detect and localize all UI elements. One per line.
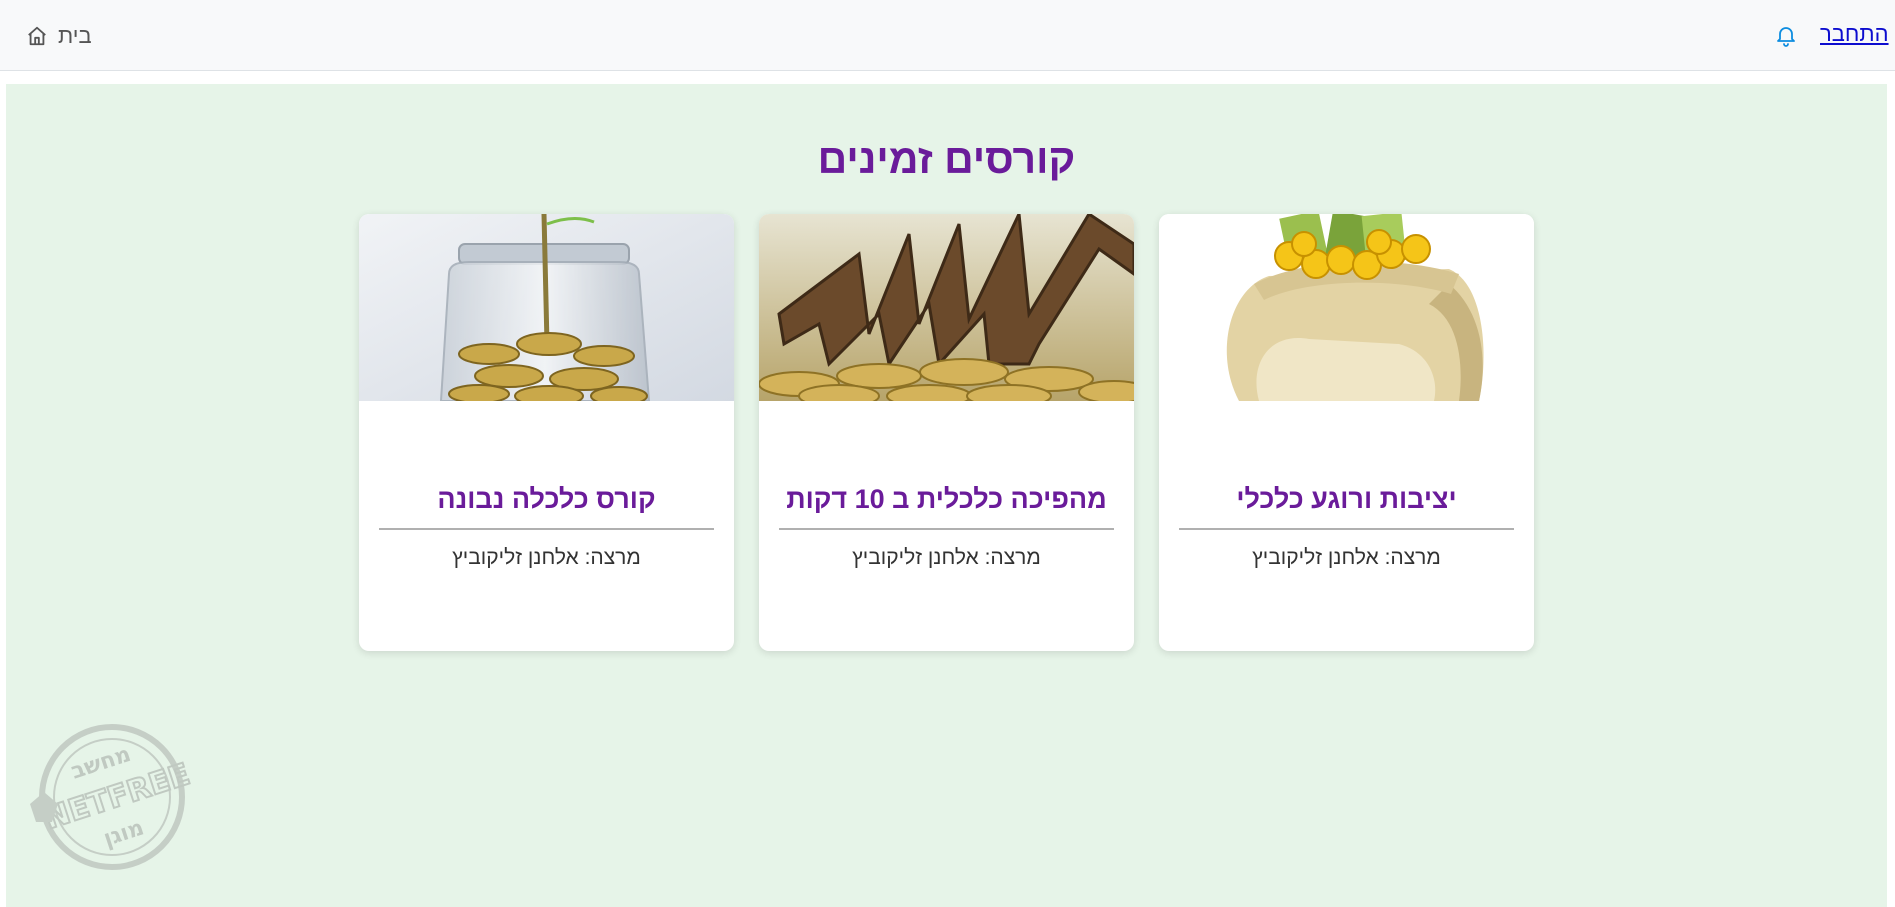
- course-presenter: מרצה: אלחנן זליקוביץ: [452, 546, 641, 569]
- bell-icon[interactable]: [1774, 23, 1798, 47]
- course-title[interactable]: קורס כלכלה נבונה: [379, 484, 714, 515]
- course-title[interactable]: יציבות ורוגע כלכלי: [1179, 484, 1514, 515]
- netfree-watermark-stamp: מחשב NETFREE מוגן: [30, 724, 195, 870]
- course-image-growth-chart: [759, 214, 1134, 401]
- page-title: קורסים זמינים: [817, 136, 1076, 182]
- main-content: קורסים זמינים יציבות ורוגע כלכלי מרצה: א…: [6, 84, 1887, 907]
- money-bag-illustration: [1159, 214, 1534, 401]
- login-link[interactable]: התחבר: [1820, 21, 1889, 47]
- growth-chart-coins-photo: [759, 214, 1134, 401]
- top-navbar: בית התחבר: [0, 0, 1895, 71]
- course-image-money-bag: [1159, 214, 1534, 401]
- home-icon: [28, 26, 46, 46]
- home-link[interactable]: בית: [26, 22, 92, 50]
- course-image-coin-jar: [359, 214, 734, 401]
- home-label: בית: [58, 23, 92, 48]
- watermark-bottom-text: מוגן: [101, 815, 148, 851]
- course-card[interactable]: מהפיכה כלכלית ב 10 דקות מרצה: אלחנן זליק…: [759, 214, 1134, 651]
- course-card[interactable]: יציבות ורוגע כלכלי מרצה: אלחנן זליקוביץ: [1159, 214, 1534, 651]
- card-divider: [1179, 528, 1514, 530]
- card-divider: [779, 528, 1114, 530]
- course-card[interactable]: קורס כלכלה נבונה מרצה: אלחנן זליקוביץ: [359, 214, 734, 651]
- course-title[interactable]: מהפיכה כלכלית ב 10 דקות: [779, 484, 1114, 515]
- course-presenter: מרצה: אלחנן זליקוביץ: [1252, 546, 1441, 569]
- course-presenter: מרצה: אלחנן זליקוביץ: [852, 546, 1041, 569]
- card-divider: [379, 528, 714, 530]
- coin-jar-photo: [359, 214, 734, 401]
